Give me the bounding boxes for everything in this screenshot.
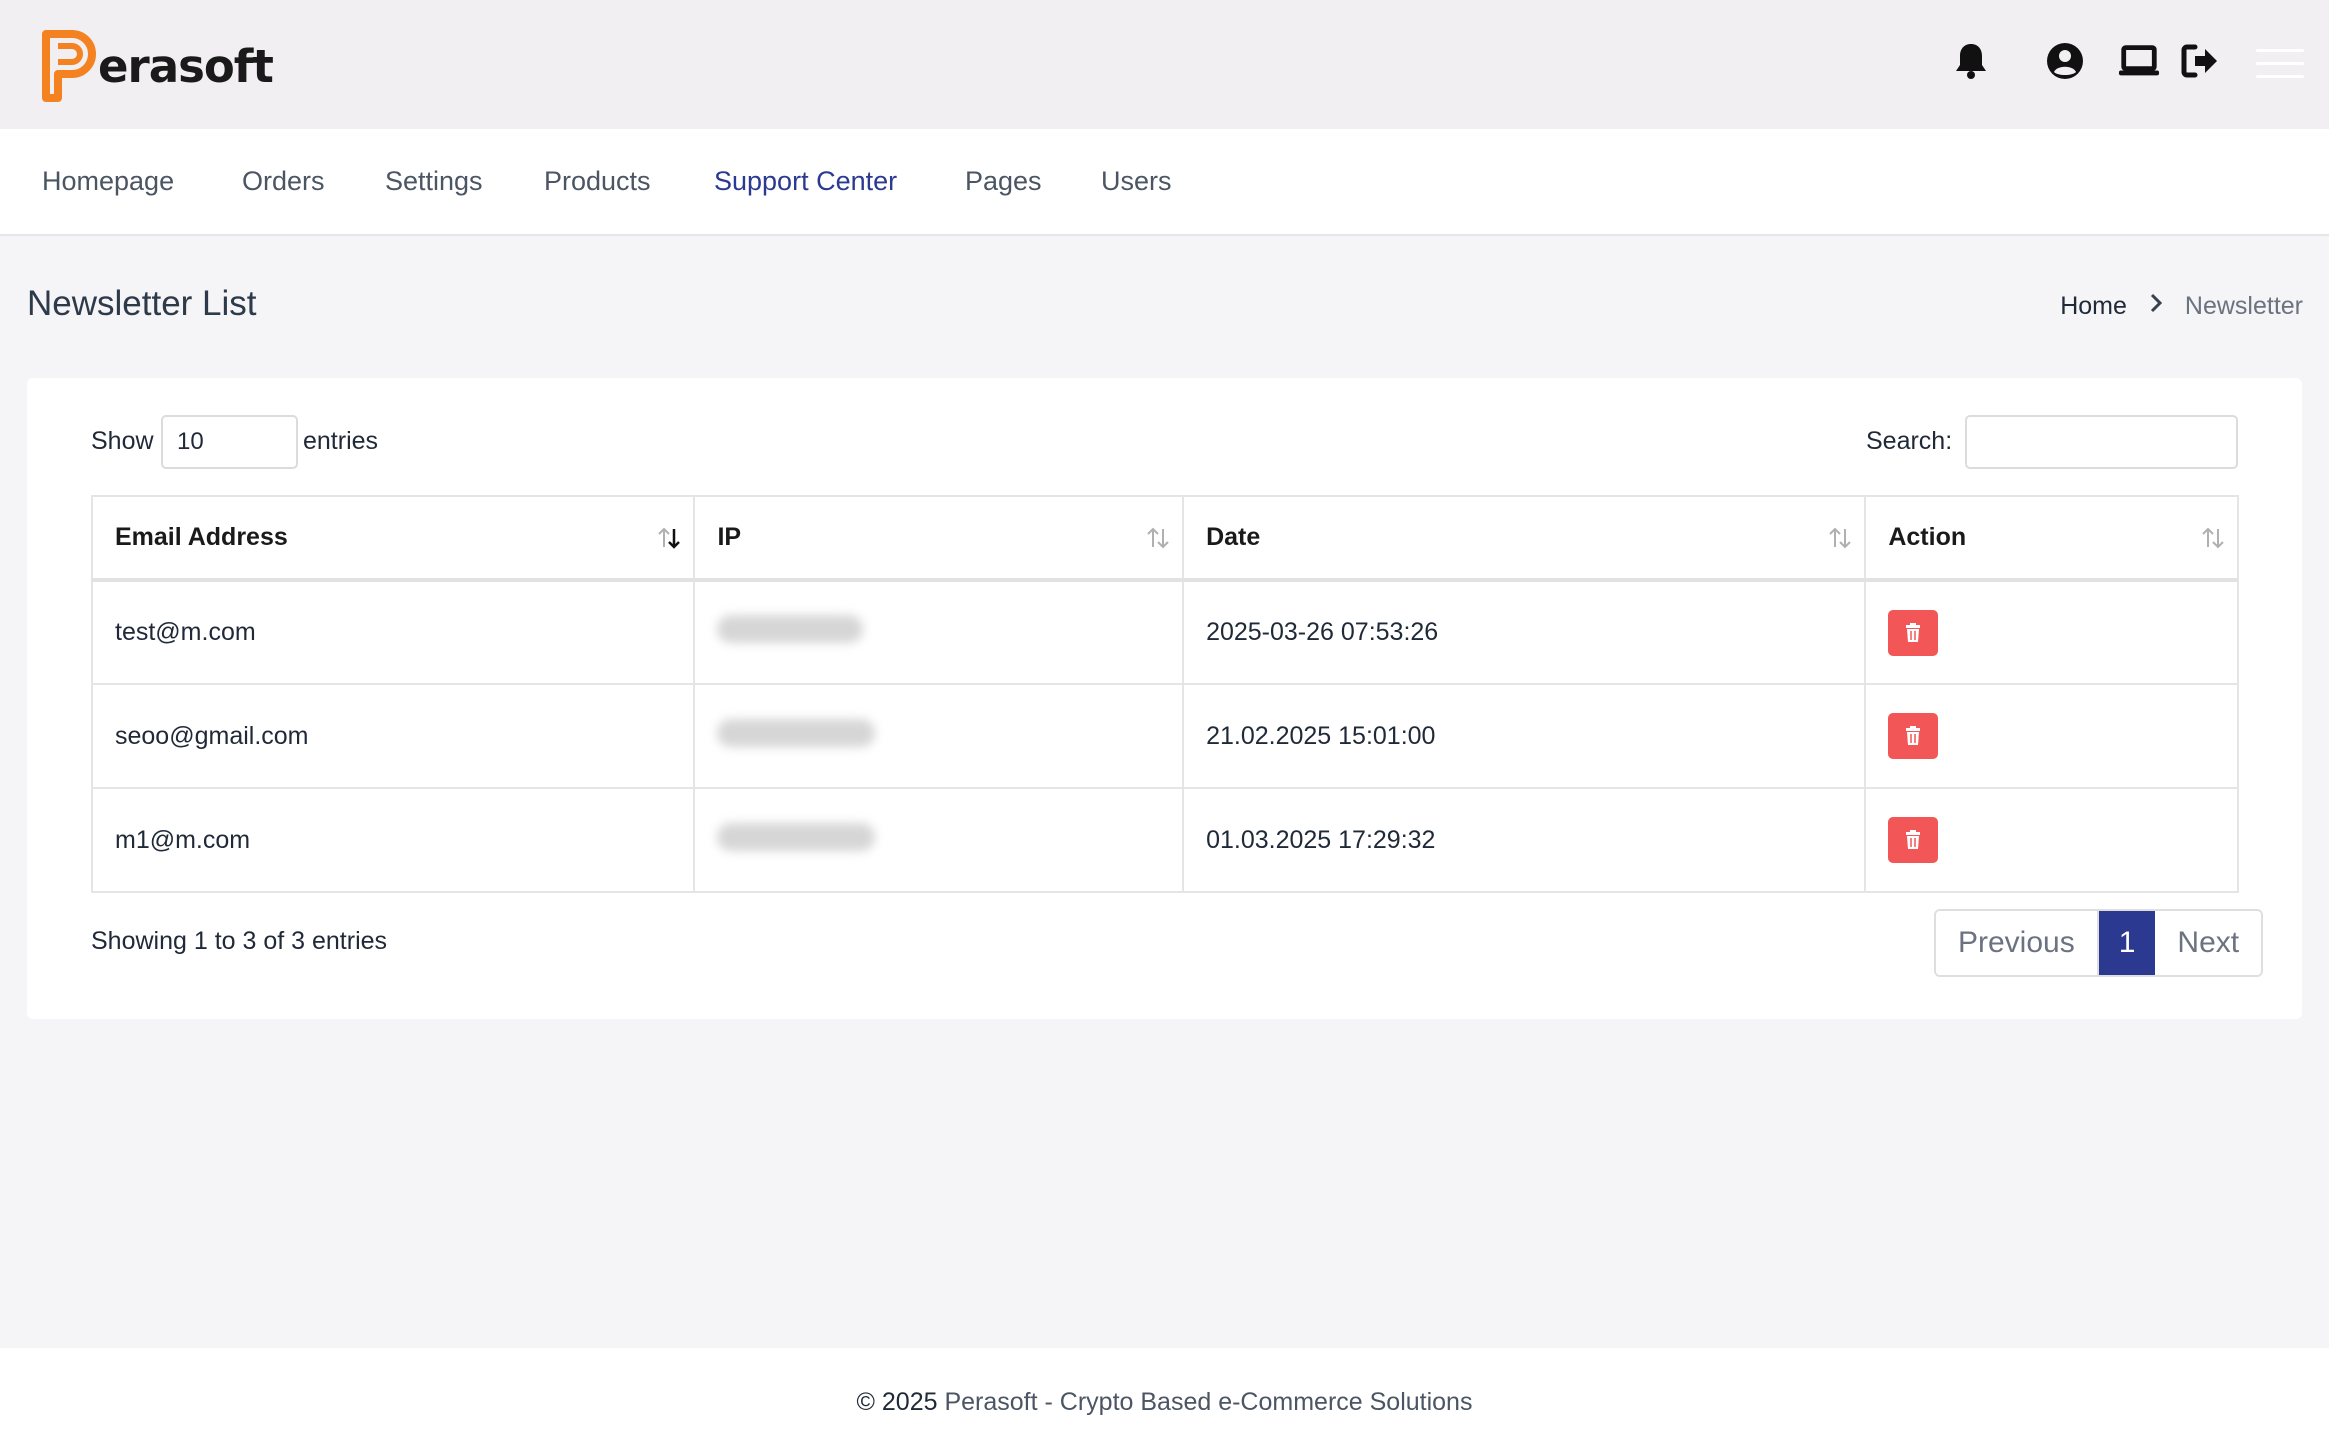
column-header-date[interactable]: Date <box>1182 495 1867 582</box>
logout-icon[interactable] <box>2181 42 2219 80</box>
delete-button[interactable] <box>1888 609 1939 656</box>
nav-item-homepage[interactable]: Homepage <box>42 129 174 234</box>
breadcrumb-home[interactable]: Home <box>2060 292 2127 321</box>
column-header-email[interactable]: Email Address <box>90 495 696 582</box>
show-label: Show <box>91 427 154 455</box>
laptop-icon[interactable] <box>2118 42 2160 80</box>
ip-cell <box>693 579 1185 685</box>
action-cell <box>1864 683 2239 789</box>
ip-cell <box>693 787 1185 893</box>
previous-button[interactable]: Previous <box>1936 911 2099 975</box>
column-header-ip[interactable]: IP <box>693 495 1185 582</box>
logo-mark-icon <box>42 30 96 102</box>
date-cell: 21.02.2025 15:01:00 <box>1182 683 1867 789</box>
column-header-label: IP <box>717 523 742 551</box>
footer-copyright: © 2025 <box>856 1388 938 1416</box>
sort-icon <box>1147 527 1169 549</box>
page-length-select[interactable]: 10 <box>161 415 298 469</box>
newsletter-table: Email Address IP Date Action test@m.com … <box>90 495 2239 893</box>
nav-item-users[interactable]: Users <box>1101 129 1172 234</box>
next-button[interactable]: Next <box>2155 911 2262 975</box>
sort-icon <box>2202 527 2224 549</box>
column-header-label: Action <box>1888 523 1967 551</box>
entries-label: entries <box>303 427 379 455</box>
pagination: Previous 1 Next <box>1934 909 2264 977</box>
page-button-current[interactable]: 1 <box>2098 911 2156 975</box>
breadcrumb: Home Newsletter <box>2060 292 2303 321</box>
date-cell: 01.03.2025 17:29:32 <box>1182 787 1867 893</box>
date-cell: 2025-03-26 07:53:26 <box>1182 579 1867 685</box>
nav-item-orders[interactable]: Orders <box>242 129 325 234</box>
email-cell: test@m.com <box>90 579 696 685</box>
ip-cell <box>693 683 1185 789</box>
search-input[interactable] <box>1965 415 2238 469</box>
page-title: Newsletter List <box>27 284 257 323</box>
column-header-label: Date <box>1206 523 1261 551</box>
table-row: seoo@gmail.com 21.02.2025 15:01:00 <box>90 683 2239 789</box>
page-footer: © 2025 Perasoft - Crypto Based e-Commerc… <box>0 1348 2329 1456</box>
top-header: erasoft <box>0 0 2329 129</box>
nav-item-settings[interactable]: Settings <box>385 129 483 234</box>
chevron-right-icon <box>2149 292 2163 321</box>
table-row: m1@m.com 01.03.2025 17:29:32 <box>90 787 2239 893</box>
search-label: Search: <box>1866 427 1953 455</box>
nav-item-pages[interactable]: Pages <box>965 129 1042 234</box>
footer-text: Perasoft - Crypto Based e-Commerce Solut… <box>944 1388 1473 1416</box>
email-cell: seoo@gmail.com <box>90 683 696 789</box>
menu-icon[interactable] <box>2256 49 2304 79</box>
main-nav: Homepage Orders Settings Products Suppor… <box>0 129 2329 236</box>
column-header-action[interactable]: Action <box>1864 495 2239 582</box>
blurred-ip <box>717 615 864 643</box>
email-cell: m1@m.com <box>90 787 696 893</box>
trash-icon <box>1906 726 1921 745</box>
trash-icon <box>1906 830 1921 849</box>
breadcrumb-current: Newsletter <box>2184 292 2303 320</box>
brand-name: erasoft <box>98 39 274 93</box>
newsletter-card: Show 10 entries Search: Email Address IP… <box>27 378 2302 1019</box>
nav-item-support-center[interactable]: Support Center <box>714 129 897 234</box>
sort-icon <box>1829 527 1852 549</box>
trash-icon <box>1906 622 1921 642</box>
column-header-label: Email Address <box>115 523 288 551</box>
table-row: test@m.com 2025-03-26 07:53:26 <box>90 579 2239 685</box>
brand-logo[interactable]: erasoft <box>42 30 274 102</box>
delete-button[interactable] <box>1888 817 1939 863</box>
delete-button[interactable] <box>1888 713 1939 759</box>
blurred-ip <box>717 718 876 747</box>
user-circle-icon[interactable] <box>2046 42 2084 80</box>
table-info: Showing 1 to 3 of 3 entries <box>91 927 388 955</box>
sort-desc-icon <box>658 527 681 549</box>
action-cell <box>1864 579 2239 685</box>
bell-icon[interactable] <box>1952 42 1990 80</box>
blurred-ip <box>717 822 876 851</box>
table-header-row: Email Address IP Date Action <box>90 495 2239 582</box>
nav-item-products[interactable]: Products <box>544 129 651 234</box>
action-cell <box>1864 787 2239 893</box>
